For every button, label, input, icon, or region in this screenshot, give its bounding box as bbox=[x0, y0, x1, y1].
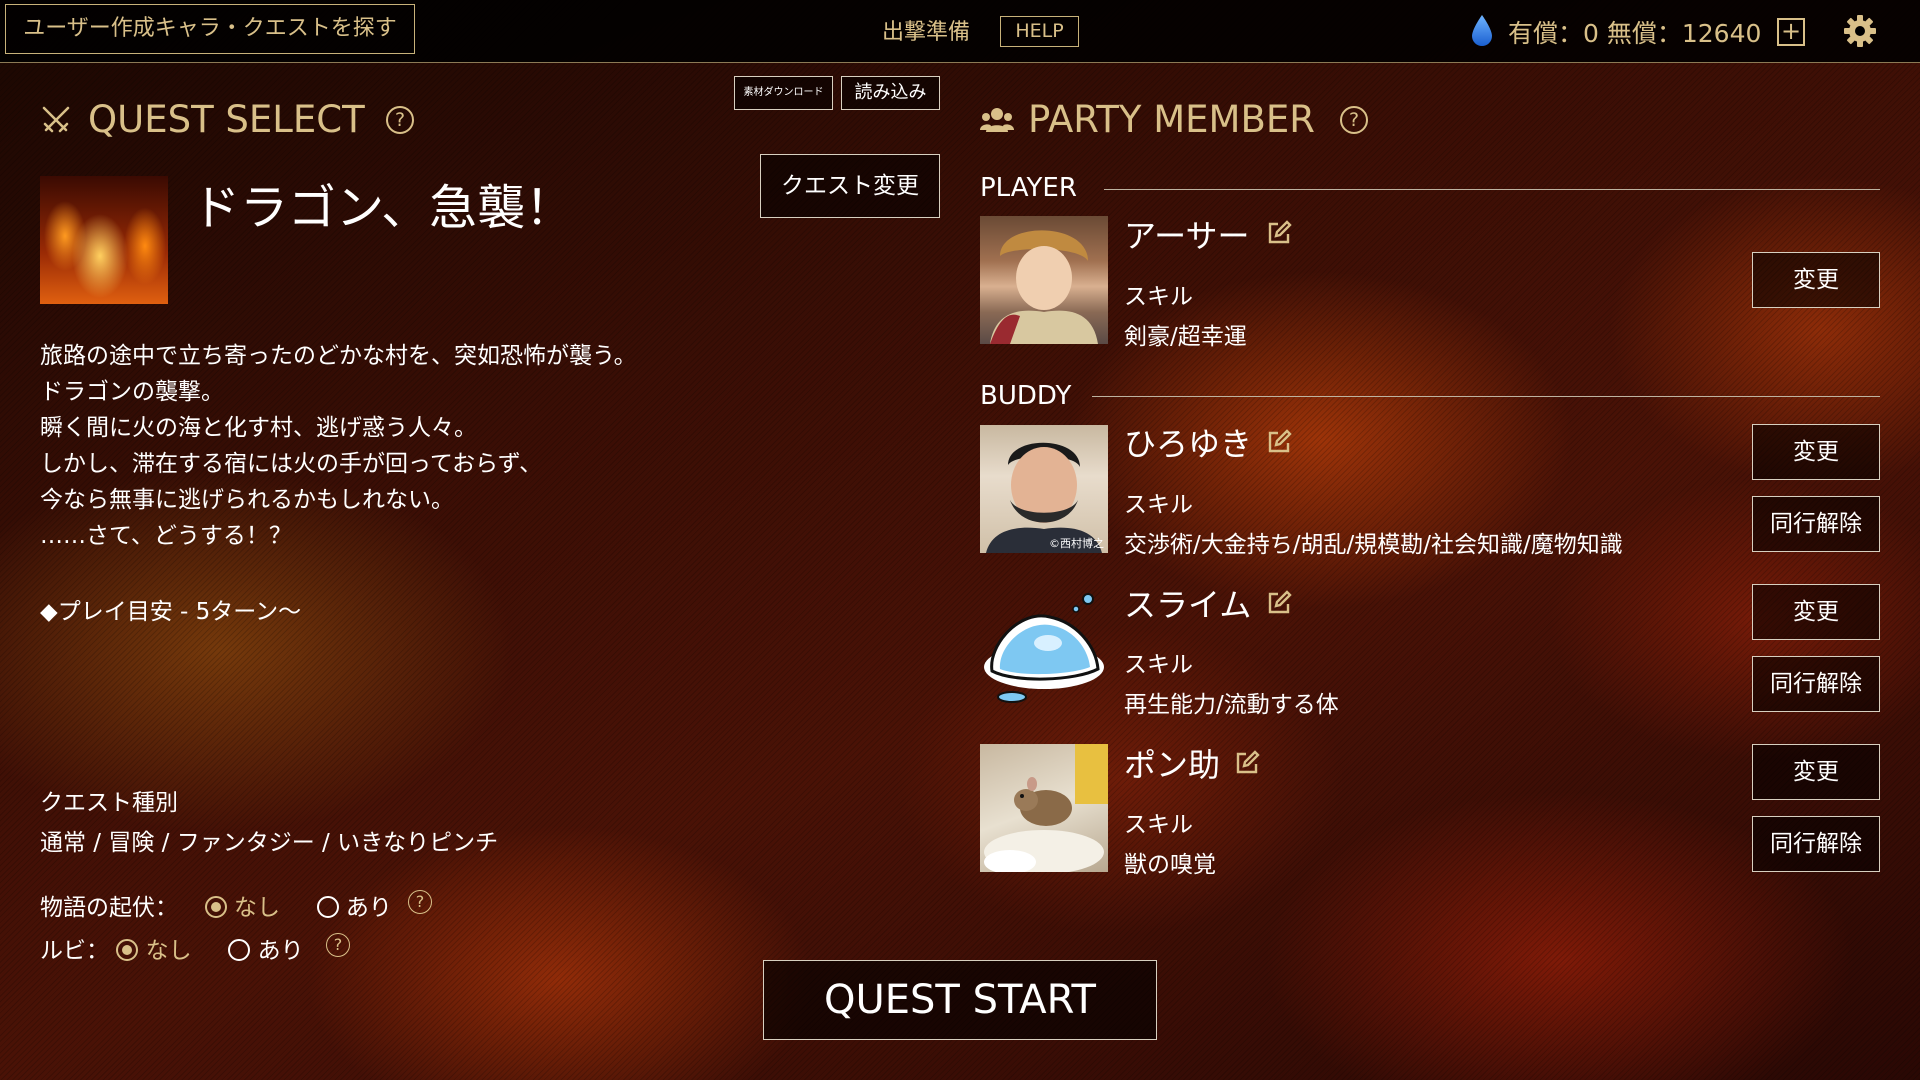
quest-help-icon[interactable]: ? bbox=[386, 106, 414, 134]
buddy-group-label: BUDDY bbox=[980, 381, 1072, 411]
description-line: しかし、滞在する宿には火の手が回っておらず、 bbox=[40, 451, 543, 477]
description-line: 旅路の途中で立ち寄ったのどかな村を、突如恐怖が襲う。 bbox=[40, 343, 637, 369]
story-radio-yes-label[interactable]: あり bbox=[346, 895, 392, 921]
party-help-icon[interactable]: ? bbox=[1340, 106, 1368, 134]
description-line: 今なら無事に逃げられるかもしれない。 bbox=[40, 487, 454, 513]
description-line: 瞬く間に火の海と化す村、逃げ惑う人々。 bbox=[40, 415, 477, 441]
hiroyuki-portrait-caption: ©西村博之 bbox=[1049, 537, 1104, 550]
change-arthur-button[interactable]: 変更 bbox=[1752, 252, 1880, 308]
ruby-option: ルビ： なし あり bbox=[40, 931, 304, 965]
ruby-radio-none-label[interactable]: なし bbox=[146, 938, 192, 964]
story-option-label: 物語の起伏： bbox=[40, 895, 178, 921]
change-slime-button[interactable]: 変更 bbox=[1752, 584, 1880, 640]
release-ponsuke-button[interactable]: 同行解除 bbox=[1752, 816, 1880, 872]
find-user-content-button[interactable]: ユーザー作成キャラ・クエストを探す bbox=[5, 4, 415, 54]
gear-icon[interactable] bbox=[1843, 14, 1877, 48]
quest-description: 旅路の途中で立ち寄ったのどかな村を、突如恐怖が襲う。 ドラゴンの襲撃。 瞬く間に… bbox=[40, 338, 637, 554]
slime-skill-label: スキル bbox=[1124, 652, 1193, 678]
slime-portrait bbox=[980, 585, 1108, 713]
story-option-help-icon[interactable]: ? bbox=[408, 890, 432, 914]
crossed-swords-icon bbox=[42, 106, 70, 133]
add-currency-button[interactable]: + bbox=[1777, 18, 1805, 46]
description-line: ……さて、どうする！？ bbox=[40, 523, 292, 549]
story-radio-none[interactable] bbox=[204, 896, 227, 918]
edit-arthur-icon[interactable] bbox=[1266, 220, 1292, 246]
arthur-name: アーサー bbox=[1124, 217, 1250, 255]
story-ups-downs-option: 物語の起伏： なし あり bbox=[40, 888, 392, 922]
slime-skills: 再生能力/流動する体 bbox=[1124, 692, 1339, 718]
quest-start-button[interactable]: QUEST START bbox=[763, 960, 1157, 1040]
release-slime-button[interactable]: 同行解除 bbox=[1752, 656, 1880, 712]
ponsuke-name: ポン助 bbox=[1124, 746, 1221, 784]
quest-select-title: QUEST SELECT bbox=[88, 98, 365, 141]
story-radio-yes[interactable] bbox=[316, 896, 339, 918]
quest-name: ドラゴン、急襲！ bbox=[192, 180, 574, 236]
load-button[interactable]: 読み込み bbox=[841, 76, 940, 110]
change-ponsuke-button[interactable]: 変更 bbox=[1752, 744, 1880, 800]
ponsuke-portrait bbox=[980, 744, 1108, 872]
slime-name: スライム bbox=[1124, 586, 1252, 624]
play-time-estimate: ◆プレイ目安 - 5ターン〜 bbox=[40, 599, 302, 625]
ruby-radio-yes-label[interactable]: あり bbox=[258, 938, 304, 964]
ruby-radio-none[interactable] bbox=[116, 939, 139, 961]
water-drop-icon bbox=[1472, 15, 1492, 46]
hiroyuki-portrait: ©西村博之 bbox=[980, 425, 1108, 553]
arthur-portrait bbox=[980, 216, 1108, 344]
ruby-option-help-icon[interactable]: ? bbox=[326, 933, 350, 957]
material-download-button[interactable]: 素材ダウンロード bbox=[734, 76, 833, 110]
quest-thumbnail bbox=[40, 176, 168, 304]
edit-ponsuke-icon[interactable] bbox=[1234, 750, 1260, 776]
top-bar: ユーザー作成キャラ・クエストを探す 出撃準備 HELP 有償：0 無償：1264… bbox=[0, 0, 1920, 63]
hiroyuki-skills: 交渉術/大金持ち/胡乱/規模勘/社会知識/魔物知識 bbox=[1124, 532, 1623, 558]
hiroyuki-name: ひろゆき bbox=[1124, 425, 1253, 463]
change-quest-button[interactable]: クエスト変更 bbox=[760, 154, 940, 218]
currency-balance: 有償：0 無償：12640 bbox=[1508, 19, 1762, 48]
release-hiroyuki-button[interactable]: 同行解除 bbox=[1752, 496, 1880, 552]
arthur-skills: 剣豪/超幸運 bbox=[1124, 324, 1247, 350]
buddy-divider bbox=[1092, 396, 1880, 397]
change-hiroyuki-button[interactable]: 変更 bbox=[1752, 424, 1880, 480]
arthur-skill-label: スキル bbox=[1124, 284, 1193, 310]
ruby-option-label: ルビ： bbox=[40, 938, 109, 964]
ruby-radio-yes[interactable] bbox=[228, 939, 251, 961]
player-divider bbox=[1104, 189, 1880, 190]
party-group-icon bbox=[980, 108, 1014, 132]
player-group-label: PLAYER bbox=[980, 173, 1077, 203]
quest-type-value: 通常 / 冒険 / ファンタジー / いきなりピンチ bbox=[40, 830, 499, 856]
ponsuke-skills: 獣の嗅覚 bbox=[1124, 852, 1216, 878]
story-radio-none-label[interactable]: なし bbox=[234, 895, 280, 921]
hiroyuki-skill-label: スキル bbox=[1124, 492, 1193, 518]
ponsuke-skill-label: スキル bbox=[1124, 812, 1193, 838]
party-member-title: PARTY MEMBER bbox=[1028, 98, 1315, 141]
help-button[interactable]: HELP bbox=[1000, 16, 1079, 47]
quest-type-label: クエスト種別 bbox=[40, 790, 178, 816]
edit-hiroyuki-icon[interactable] bbox=[1266, 429, 1292, 455]
prep-label: 出撃準備 bbox=[882, 20, 971, 45]
edit-slime-icon[interactable] bbox=[1266, 590, 1292, 616]
description-line: ドラゴンの襲撃。 bbox=[40, 379, 224, 405]
